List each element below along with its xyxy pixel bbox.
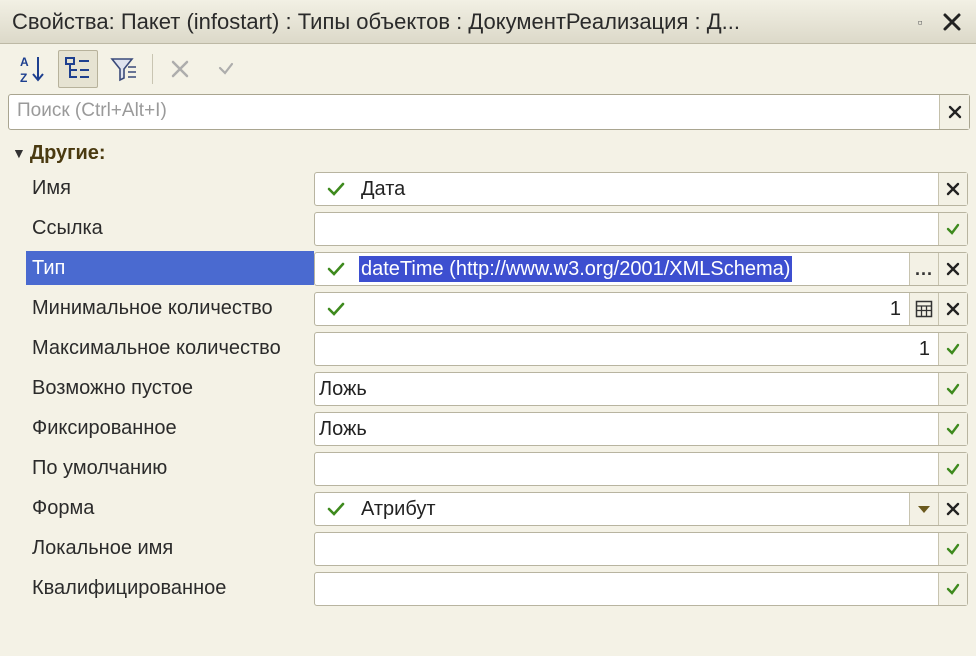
choose-button[interactable] (938, 213, 967, 245)
clear-icon (946, 502, 960, 516)
choose-button[interactable] (938, 533, 967, 565)
property-value-field[interactable]: Ложь (314, 372, 968, 406)
check-icon (946, 223, 960, 235)
check-icon (946, 423, 960, 435)
ellipsis-icon: ... (914, 259, 933, 279)
filter-icon (110, 58, 136, 82)
clear-button[interactable] (938, 173, 967, 205)
close-button[interactable] (938, 8, 966, 36)
apply-button[interactable] (206, 50, 246, 88)
property-value: Ложь (319, 378, 367, 400)
filled-check-icon (327, 178, 345, 200)
expand-arrow-icon: ▼ (12, 145, 26, 161)
select-button[interactable]: ... (909, 253, 938, 285)
property-value-field[interactable] (314, 452, 968, 486)
filter-button[interactable] (104, 50, 144, 88)
group-label: Другие: (29, 141, 106, 164)
property-label[interactable]: Ссылка (26, 211, 314, 245)
toolbar-separator (152, 54, 153, 84)
property-value-field[interactable] (314, 532, 968, 566)
svg-text:Z: Z (20, 71, 27, 85)
property-value: 1 (918, 338, 930, 360)
check-icon (946, 583, 960, 595)
property-value-field[interactable]: 1 (314, 292, 968, 326)
choose-button[interactable] (938, 413, 967, 445)
toolbar: A Z (0, 44, 976, 92)
search-input[interactable]: Поиск (Ctrl+Alt+I) (17, 100, 167, 122)
property-value-field[interactable] (314, 212, 968, 246)
filled-check-icon (327, 298, 345, 320)
check-icon (218, 62, 234, 75)
search-field[interactable]: Поиск (Ctrl+Alt+I) (8, 94, 970, 130)
svg-text:A: A (20, 55, 29, 69)
choose-button[interactable] (938, 373, 967, 405)
property-value: Дата (361, 178, 406, 200)
cancel-button[interactable] (160, 50, 200, 88)
property-label[interactable]: Имя (26, 171, 314, 205)
property-label[interactable]: Локальное имя (26, 531, 314, 565)
chevron-down-icon (918, 506, 930, 513)
group-other[interactable]: ▼ Другие: (12, 140, 106, 166)
window-titlebar: Свойства: Пакет (infostart) : Типы объек… (0, 0, 976, 44)
window-title: Свойства: Пакет (infostart) : Типы объек… (12, 9, 740, 34)
property-label[interactable]: Тип (26, 251, 314, 285)
minimize-button[interactable]: ▫ (906, 8, 934, 36)
property-value: Атрибут (361, 498, 436, 520)
property-label[interactable]: Фиксированное (26, 411, 314, 445)
clear-icon (946, 262, 960, 276)
sort-az-button[interactable]: A Z (12, 50, 52, 88)
dropdown-button[interactable] (909, 493, 938, 525)
cross-icon (171, 60, 189, 78)
sort-az-icon: A Z (20, 55, 44, 85)
property-label[interactable]: Максимальное количество (26, 331, 314, 365)
property-value-field[interactable]: Ложь (314, 412, 968, 446)
property-value-field[interactable]: Дата (314, 172, 968, 206)
property-value-field[interactable]: 1 (314, 332, 968, 366)
filled-check-icon (327, 498, 345, 520)
clear-icon (946, 302, 960, 316)
choose-button[interactable] (938, 573, 967, 605)
property-value: dateTime (http://www.w3.org/2001/XMLSche… (359, 256, 793, 282)
property-value-field[interactable] (314, 572, 968, 606)
categories-button[interactable] (58, 50, 98, 88)
property-label[interactable]: Возможно пустое (26, 371, 314, 405)
calculator-button[interactable] (909, 293, 938, 325)
categories-icon (65, 57, 89, 78)
property-value: 1 (889, 298, 901, 320)
clear-icon (948, 105, 961, 119)
check-icon (946, 463, 960, 475)
check-icon (946, 343, 960, 355)
check-icon (946, 383, 960, 395)
property-label[interactable]: Форма (26, 491, 314, 525)
choose-button[interactable] (938, 333, 967, 365)
property-value: Ложь (319, 418, 367, 440)
clear-button[interactable] (938, 493, 967, 525)
property-label[interactable]: По умолчанию (26, 451, 314, 485)
check-icon (946, 543, 960, 555)
property-value-field[interactable]: Атрибут (314, 492, 968, 526)
property-label[interactable]: Квалифицированное (26, 571, 314, 605)
clear-button[interactable] (938, 253, 967, 285)
close-icon (943, 13, 961, 31)
filled-check-icon (327, 258, 345, 280)
clear-icon (946, 182, 960, 196)
calculator-icon (915, 300, 933, 318)
clear-button[interactable] (938, 293, 967, 325)
search-clear-button[interactable] (939, 95, 969, 129)
property-value-field[interactable]: dateTime (http://www.w3.org/2001/XMLSche… (314, 252, 968, 286)
choose-button[interactable] (938, 453, 967, 485)
property-label[interactable]: Минимальное количество (26, 291, 314, 325)
